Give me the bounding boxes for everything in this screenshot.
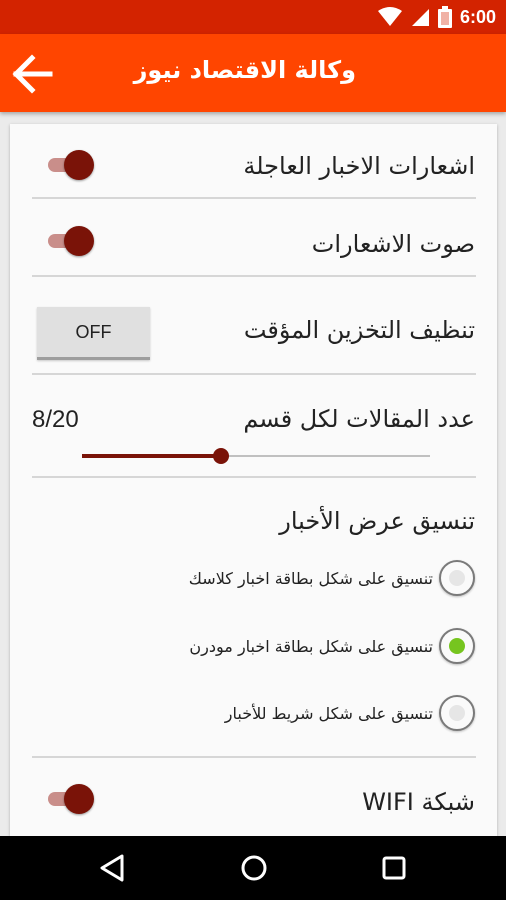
articles-per-section-value: 8/20 (32, 406, 79, 433)
divider (32, 756, 476, 758)
layout-option-label: تنسيق على شكل شريط للأخبار (224, 703, 433, 723)
breaking-news-label: اشعارات الاخبار العاجلة (243, 152, 475, 180)
clear-cache-label: تنظيف التخزين المؤقت (243, 316, 475, 344)
radio-dot (449, 705, 465, 721)
divider (32, 275, 476, 277)
layout-title: تنسيق عرض الأخبار (279, 507, 475, 535)
seekbar-thumb[interactable] (213, 448, 230, 464)
layout-option-label: تنسيق على شكل بطاقة اخبار كلاسك (188, 568, 433, 588)
divider (32, 476, 476, 478)
navigation-bar (0, 836, 506, 900)
square-recents-icon (382, 856, 406, 880)
toggle-thumb (64, 150, 94, 180)
circle-home-icon (241, 855, 267, 881)
settings-card: اشعارات الاخبار العاجلة صوت الاشعارات تن… (10, 124, 497, 836)
radio-button[interactable] (439, 560, 475, 596)
radio-button[interactable] (439, 695, 475, 731)
breaking-news-toggle[interactable] (46, 150, 96, 180)
status-bar: 6:00 (0, 0, 506, 34)
articles-per-section-label: عدد المقالات لكل قسم (243, 405, 475, 433)
layout-option-label: تنسيق على شكل بطاقة اخبار مودرن (189, 636, 433, 656)
triangle-back-icon (100, 854, 124, 882)
app-bar: وكالة الاقتصاد نيوز (0, 34, 506, 112)
seekbar-progress (82, 454, 222, 458)
page-title: وكالة الاقتصاد نيوز (133, 56, 356, 84)
notification-sound-toggle[interactable] (46, 226, 96, 256)
toggle-thumb (64, 784, 94, 814)
layout-option-modern[interactable]: تنسيق على شكل بطاقة اخبار مودرن (189, 624, 475, 668)
home-nav-button[interactable] (234, 848, 274, 888)
radio-dot (449, 638, 465, 654)
layout-option-strip[interactable]: تنسيق على شكل شريط للأخبار (225, 691, 475, 735)
divider (32, 373, 476, 375)
signal-icon (411, 9, 429, 26)
status-time: 6:00 (459, 6, 496, 27)
layout-option-classic[interactable]: تنسيق على شكل بطاقة اخبار كلاسك (189, 556, 475, 600)
clear-cache-button[interactable]: OFF (37, 307, 150, 360)
back-nav-button[interactable] (92, 848, 132, 888)
arrow-left-icon (12, 54, 53, 94)
recents-nav-button[interactable] (374, 848, 414, 888)
radio-dot (449, 570, 465, 586)
notification-sound-label: صوت الاشعارات (311, 230, 475, 258)
toggle-thumb (64, 226, 94, 256)
radio-button[interactable] (439, 628, 475, 664)
status-icons: 6:00 (377, 4, 496, 30)
wifi-label: شبكة WIFI (362, 788, 475, 816)
divider (32, 197, 476, 199)
wifi-icon (377, 7, 402, 26)
wifi-toggle[interactable] (46, 784, 96, 814)
battery-icon (437, 6, 452, 28)
back-button[interactable] (10, 52, 54, 96)
